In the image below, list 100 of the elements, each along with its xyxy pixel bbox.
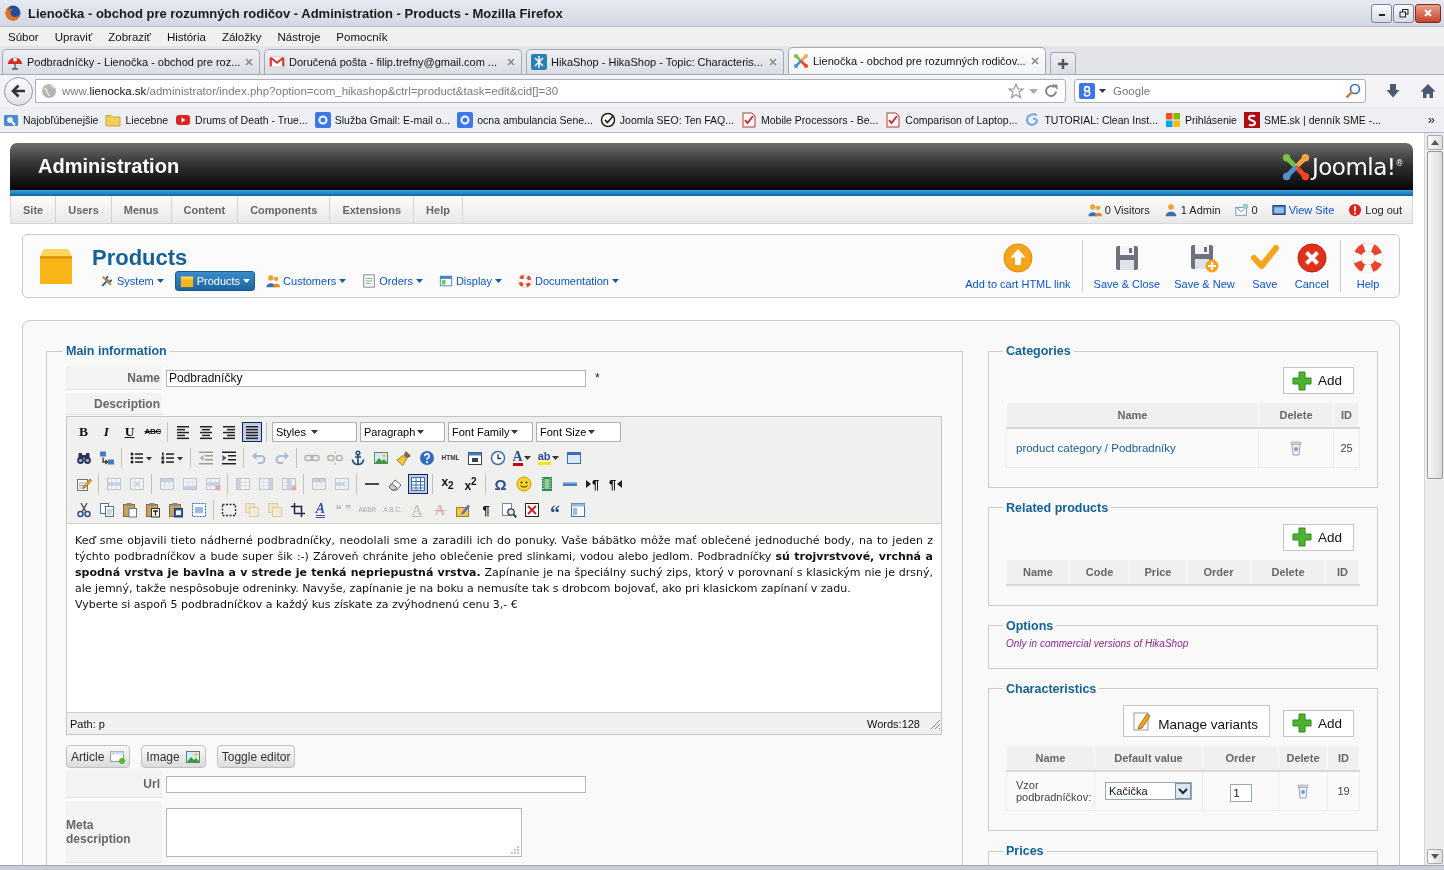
right-to-left-button[interactable]: ¶	[605, 474, 626, 494]
menu-item[interactable]: Zobraziť	[100, 30, 159, 43]
browser-tab[interactable]: Podbradníčky - Lienočka - obchod pre roz...	[2, 49, 260, 74]
style-button[interactable]: A	[310, 500, 331, 520]
bookmark-item[interactable]: Služba Gmail: E-mail o...	[314, 111, 451, 128]
submenu-item[interactable]: Orders	[357, 270, 428, 291]
bookmark-item[interactable]: Najobľúbenejšie	[3, 111, 99, 128]
bookmark-item[interactable]: ocna ambulancia Sene...	[457, 111, 593, 128]
default-value-select[interactable]: Kačička	[1105, 781, 1192, 800]
search-field[interactable]: Google	[1074, 79, 1366, 103]
image-button[interactable]: Image	[141, 745, 206, 768]
reload-icon[interactable]	[1043, 83, 1059, 99]
bookmark-item[interactable]: TUTORIAL: Clean Inst...	[1024, 111, 1158, 128]
bookmark-item[interactable]: Joomla SEO: Ten FAQ...	[599, 111, 734, 128]
subscript-button[interactable]: x$_{2}$	[437, 474, 458, 494]
more-bookmarks-button[interactable]: »	[1427, 112, 1435, 127]
scroll-up-button[interactable]	[1426, 135, 1443, 150]
search-icon[interactable]	[1345, 83, 1361, 99]
menu-item[interactable]: Súbor	[0, 30, 47, 43]
italic-button[interactable]: I	[96, 422, 117, 442]
help-button[interactable]: Help	[1345, 240, 1391, 292]
dropdown[interactable]: Font Size	[535, 422, 621, 442]
article-button[interactable]: Article	[66, 745, 131, 768]
minimize-button[interactable]	[1371, 3, 1392, 23]
menu-item[interactable]: Záložky	[213, 30, 270, 43]
admin-menu-item[interactable]: Users	[56, 196, 112, 223]
admin-menu-item[interactable]: Help	[414, 196, 463, 223]
close-icon[interactable]	[769, 58, 777, 66]
dropdown[interactable]: Paragraph	[359, 422, 445, 442]
save-new-button[interactable]: Save & New	[1167, 240, 1242, 292]
save-close-button[interactable]: Save & Close	[1086, 240, 1168, 292]
close-icon[interactable]	[245, 58, 253, 66]
blockquote-button[interactable]: “	[545, 500, 565, 520]
bookmark-item[interactable]: Mobile Processors - Be...	[741, 111, 879, 128]
underline-button[interactable]: U	[119, 422, 140, 442]
trash-icon[interactable]	[1288, 439, 1304, 456]
admin-menu-item[interactable]: Content	[171, 196, 239, 223]
browser-tab[interactable]: Doručená pošta - filip.trefny@gmail.com ...	[264, 49, 522, 74]
status-item[interactable]: 1 Admin	[1163, 202, 1221, 217]
table-grid-button[interactable]	[407, 474, 428, 494]
restore-button[interactable]	[1393, 3, 1414, 23]
add-cart-button[interactable]: Add to cart HTML link	[958, 240, 1078, 292]
trash-icon[interactable]	[1295, 782, 1311, 799]
left-to-right-button[interactable]: ¶	[582, 474, 603, 494]
emoticon-button[interactable]	[513, 474, 534, 494]
meta-description-input[interactable]	[166, 807, 522, 857]
close-icon[interactable]	[1031, 57, 1039, 65]
add-button[interactable]: Add	[1282, 709, 1354, 737]
star-icon[interactable]	[1008, 83, 1024, 99]
submenu-item[interactable]: System	[95, 270, 169, 291]
preview-button[interactable]	[499, 500, 519, 520]
crossed-box-button[interactable]	[522, 500, 542, 520]
submenu-item[interactable]: Products	[174, 270, 256, 291]
add-button[interactable]: Add	[1282, 523, 1354, 551]
download-arrow-icon[interactable]	[1385, 83, 1401, 99]
bookmark-item[interactable]: Drums of Death - True...	[175, 111, 308, 128]
bookmark-item[interactable]: Comparison of Laptop...	[885, 111, 1018, 128]
cancel-button[interactable]: Cancel	[1287, 240, 1336, 292]
menu-item[interactable]: Nástroje	[269, 30, 329, 43]
status-item[interactable]: Log out	[1348, 202, 1402, 217]
bookmark-item[interactable]: Liecebne	[105, 111, 169, 128]
close-icon[interactable]	[507, 58, 515, 66]
menu-item[interactable]: Upraviť	[46, 30, 101, 43]
resize-grip-icon[interactable]	[929, 717, 941, 730]
category-link[interactable]: product category / Podbradníky	[1016, 441, 1176, 454]
browser-tab[interactable]: HikaShop - HikaShop - Topic: Characteris...	[526, 49, 784, 74]
status-item[interactable]: 0	[1234, 202, 1258, 217]
scrollbar-thumb[interactable]	[1426, 151, 1443, 479]
highlight-color-button[interactable]: ab	[535, 448, 561, 468]
name-input[interactable]: Podbradníčky	[166, 369, 586, 387]
justify-button[interactable]	[241, 422, 262, 442]
save-button[interactable]: Save	[1241, 240, 1288, 292]
submenu-item[interactable]: Customers	[261, 270, 352, 291]
url-input[interactable]	[166, 775, 586, 793]
scroll-down-button[interactable]	[1426, 849, 1443, 864]
admin-menu-item[interactable]: Menus	[111, 196, 172, 223]
dropdown[interactable]: Styles	[271, 422, 357, 442]
manage-variants-button[interactable]: Manage variants	[1123, 704, 1270, 737]
menu-item[interactable]: Pomocník	[328, 30, 396, 43]
address-field[interactable]: www.lienocka.sk/administrator/index.php?option=com_hikashop&ctrl=product&task=edit&cid[]=30	[35, 79, 1066, 103]
admin-menu-item[interactable]: Site	[11, 196, 57, 223]
editor-content-area[interactable]	[67, 524, 941, 712]
bookmark-item[interactable]: Prihlásenie	[1165, 111, 1237, 128]
status-item[interactable]: 0 Visitors	[1087, 202, 1150, 217]
dropdown[interactable]: Font Family	[447, 422, 533, 442]
browser-tab[interactable]: Lienočka - obchod pre rozumných rodičov...	[788, 47, 1046, 74]
new-tab-button[interactable]	[1050, 52, 1076, 74]
submenu-item[interactable]: Documentation	[513, 270, 624, 291]
home-icon[interactable]	[1420, 83, 1436, 99]
dropdown-arrow-icon[interactable]	[1029, 88, 1038, 94]
special-character-button[interactable]: Ω	[490, 474, 511, 494]
resize-grip-icon[interactable]	[509, 843, 520, 855]
back-button[interactable]	[4, 76, 33, 106]
menu-item[interactable]: História	[158, 30, 214, 43]
strikethrough-button[interactable]: ABC	[142, 422, 163, 442]
close-button[interactable]	[1415, 3, 1441, 23]
admin-menu-item[interactable]: Extensions	[330, 196, 415, 223]
bookmark-item[interactable]: SME.sk | denník SME -...	[1243, 111, 1382, 128]
add-button[interactable]: Add	[1282, 367, 1354, 394]
admin-menu-item[interactable]: Components	[238, 196, 331, 223]
